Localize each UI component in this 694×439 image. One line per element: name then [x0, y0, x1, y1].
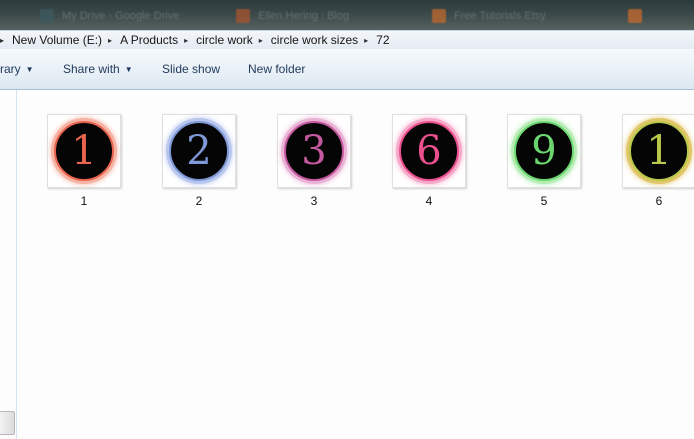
file-name[interactable]: 3 — [311, 194, 318, 208]
breadcrumb-root-arrow[interactable]: ▸ — [0, 31, 9, 49]
file-item[interactable]: 9 5 — [506, 114, 582, 208]
new-folder-button[interactable]: New folder — [248, 62, 305, 76]
browser-tab[interactable] — [628, 6, 650, 26]
browser-tab-label: Free Tutorials Etsy — [454, 10, 546, 22]
file-item[interactable]: 2 2 — [161, 114, 237, 208]
circle-number-image: 2 — [169, 121, 229, 181]
breadcrumb-item[interactable]: 72 — [373, 31, 392, 49]
file-name[interactable]: 5 — [541, 194, 548, 208]
blog-icon — [236, 9, 250, 23]
taskbar-strip: My Drive - Google Drive Ellen Hering : B… — [0, 0, 694, 30]
etsy-icon — [628, 9, 642, 23]
chevron-down-icon: ▼ — [25, 64, 34, 74]
circle-number-image: 1 — [54, 121, 114, 181]
drive-icon — [40, 9, 54, 23]
breadcrumb-item[interactable]: circle work sizes ▸ — [268, 31, 373, 49]
file-thumbnail[interactable]: 3 — [277, 114, 351, 188]
circle-digit: 2 — [186, 128, 212, 174]
include-in-library-button[interactable]: rary ▼ — [0, 62, 34, 76]
circle-number-image: 6 — [399, 121, 459, 181]
browser-tab-label: Ellen Hering : Blog — [258, 10, 350, 22]
breadcrumb-item[interactable]: New Volume (E:) ▸ — [9, 31, 117, 49]
file-name[interactable]: 1 — [81, 194, 88, 208]
breadcrumb-label: A Products — [120, 33, 179, 47]
breadcrumb-label: New Volume (E:) — [12, 33, 103, 47]
share-with-button[interactable]: Share with ▼ — [63, 62, 133, 76]
slide-show-button[interactable]: Slide show — [162, 62, 220, 76]
file-thumbnail[interactable]: 2 — [162, 114, 236, 188]
circle-digit: 3 — [301, 128, 327, 174]
file-thumbnail[interactable]: 9 — [507, 114, 581, 188]
file-thumbnail[interactable]: 1 — [622, 114, 694, 188]
browser-tab[interactable]: My Drive - Google Drive — [40, 6, 179, 26]
breadcrumb-label: 72 — [376, 33, 390, 47]
chevron-right-icon[interactable]: ▸ — [361, 36, 373, 45]
file-list: 1 1 2 2 3 3 6 4 9 5 1 6 — [17, 90, 694, 439]
browser-tab[interactable]: Ellen Hering : Blog — [236, 6, 349, 26]
chevron-right-icon[interactable]: ▸ — [256, 36, 268, 45]
browser-tab[interactable]: Free Tutorials Etsy — [432, 6, 546, 26]
file-item[interactable]: 1 1 — [46, 114, 122, 208]
circle-number-image: 3 — [284, 121, 344, 181]
file-item[interactable]: 6 4 — [391, 114, 467, 208]
circle-digit: 9 — [531, 128, 557, 174]
circle-digit: 1 — [71, 128, 97, 174]
breadcrumb-label: circle work sizes — [270, 33, 359, 47]
navigation-pane[interactable] — [0, 90, 17, 439]
browser-tab-label: My Drive - Google Drive — [62, 10, 180, 22]
share-label: Share with — [63, 62, 120, 76]
address-bar[interactable]: ▸ New Volume (E:) ▸ A Products ▸ circle wo… — [0, 30, 694, 50]
newfolder-label: New folder — [248, 62, 306, 76]
breadcrumb-item[interactable]: circle work ▸ — [193, 31, 268, 49]
file-thumbnail[interactable]: 1 — [47, 114, 121, 188]
file-name[interactable]: 4 — [426, 194, 433, 208]
command-bar: rary ▼ Share with ▼ Slide show New folder — [0, 49, 694, 90]
slideshow-label: Slide show — [162, 62, 221, 76]
breadcrumb-label: circle work — [196, 33, 253, 47]
file-name[interactable]: 2 — [196, 194, 203, 208]
file-item[interactable]: 3 3 — [276, 114, 352, 208]
circle-number-image: 9 — [514, 121, 574, 181]
file-name[interactable]: 6 — [656, 194, 663, 208]
library-label: rary — [0, 62, 21, 76]
chevron-right-icon[interactable]: ▸ — [105, 36, 117, 45]
circle-digit: 1 — [646, 128, 672, 174]
chevron-right-icon[interactable]: ▸ — [181, 36, 193, 45]
file-thumbnail[interactable]: 6 — [392, 114, 466, 188]
chevron-down-icon: ▼ — [124, 64, 133, 74]
circle-number-image: 1 — [629, 121, 689, 181]
scrollbar-thumb[interactable] — [0, 411, 15, 435]
file-item[interactable]: 1 6 — [621, 114, 694, 208]
circle-digit: 6 — [416, 128, 442, 174]
etsy-icon — [432, 9, 446, 23]
breadcrumb-item[interactable]: A Products ▸ — [117, 31, 193, 49]
